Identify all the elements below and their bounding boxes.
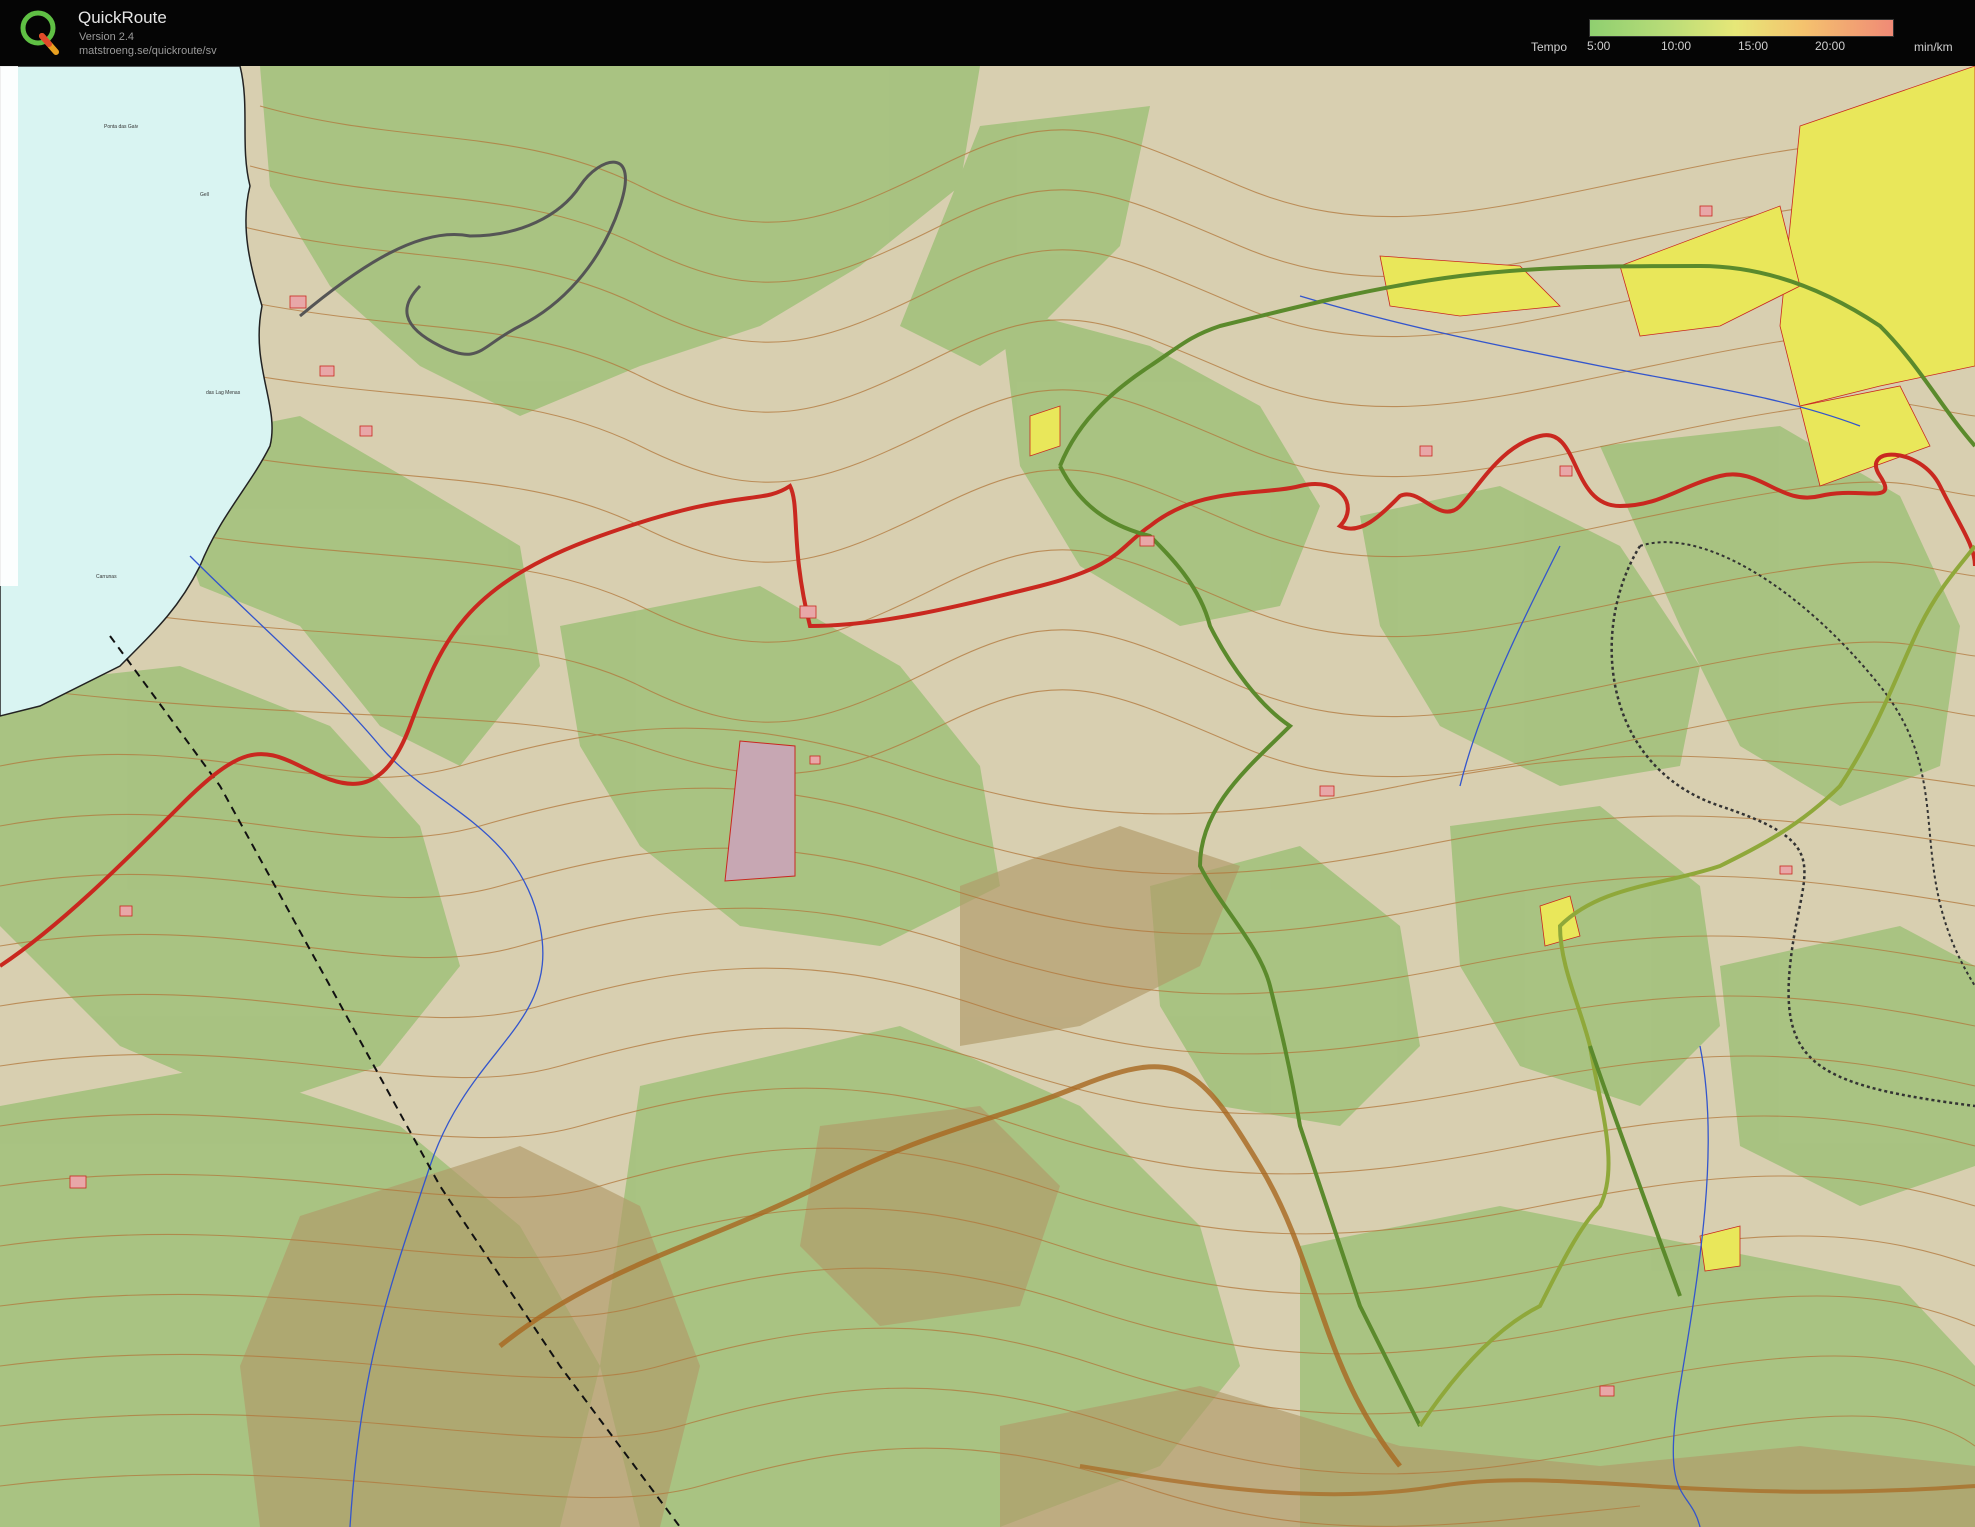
tempo-tick: 5:00 bbox=[1587, 39, 1611, 53]
quickroute-logo-icon bbox=[20, 10, 59, 55]
app-title: QuickRoute bbox=[78, 8, 167, 27]
app-url: matstroeng.se/quickroute/sv bbox=[79, 45, 217, 57]
tempo-tick: 20:00 bbox=[1815, 39, 1846, 53]
tempo-tick: 15:00 bbox=[1738, 39, 1769, 53]
place-name: Ponta das Gaiv bbox=[104, 124, 139, 130]
place-name: Carrunas bbox=[96, 574, 117, 580]
place-name: das Lag Menas bbox=[206, 390, 241, 396]
map-edge bbox=[0, 66, 18, 586]
tempo-unit: min/km bbox=[1914, 40, 1953, 54]
app-version: Version 2.4 bbox=[79, 31, 135, 43]
app-header: QuickRoute Version 2.4 matstroeng.se/qui… bbox=[0, 0, 1975, 66]
tempo-color-bar bbox=[1589, 19, 1894, 37]
map-canvas[interactable]: Ponta das Gaiv Gell das Lag Menas Carrun… bbox=[0, 66, 1975, 1527]
tempo-tick: 10:00 bbox=[1661, 39, 1692, 53]
orienteering-map[interactable]: Ponta das Gaiv Gell das Lag Menas Carrun… bbox=[0, 66, 1975, 1527]
place-name: Gell bbox=[200, 192, 209, 198]
tempo-label: Tempo bbox=[1531, 40, 1568, 54]
